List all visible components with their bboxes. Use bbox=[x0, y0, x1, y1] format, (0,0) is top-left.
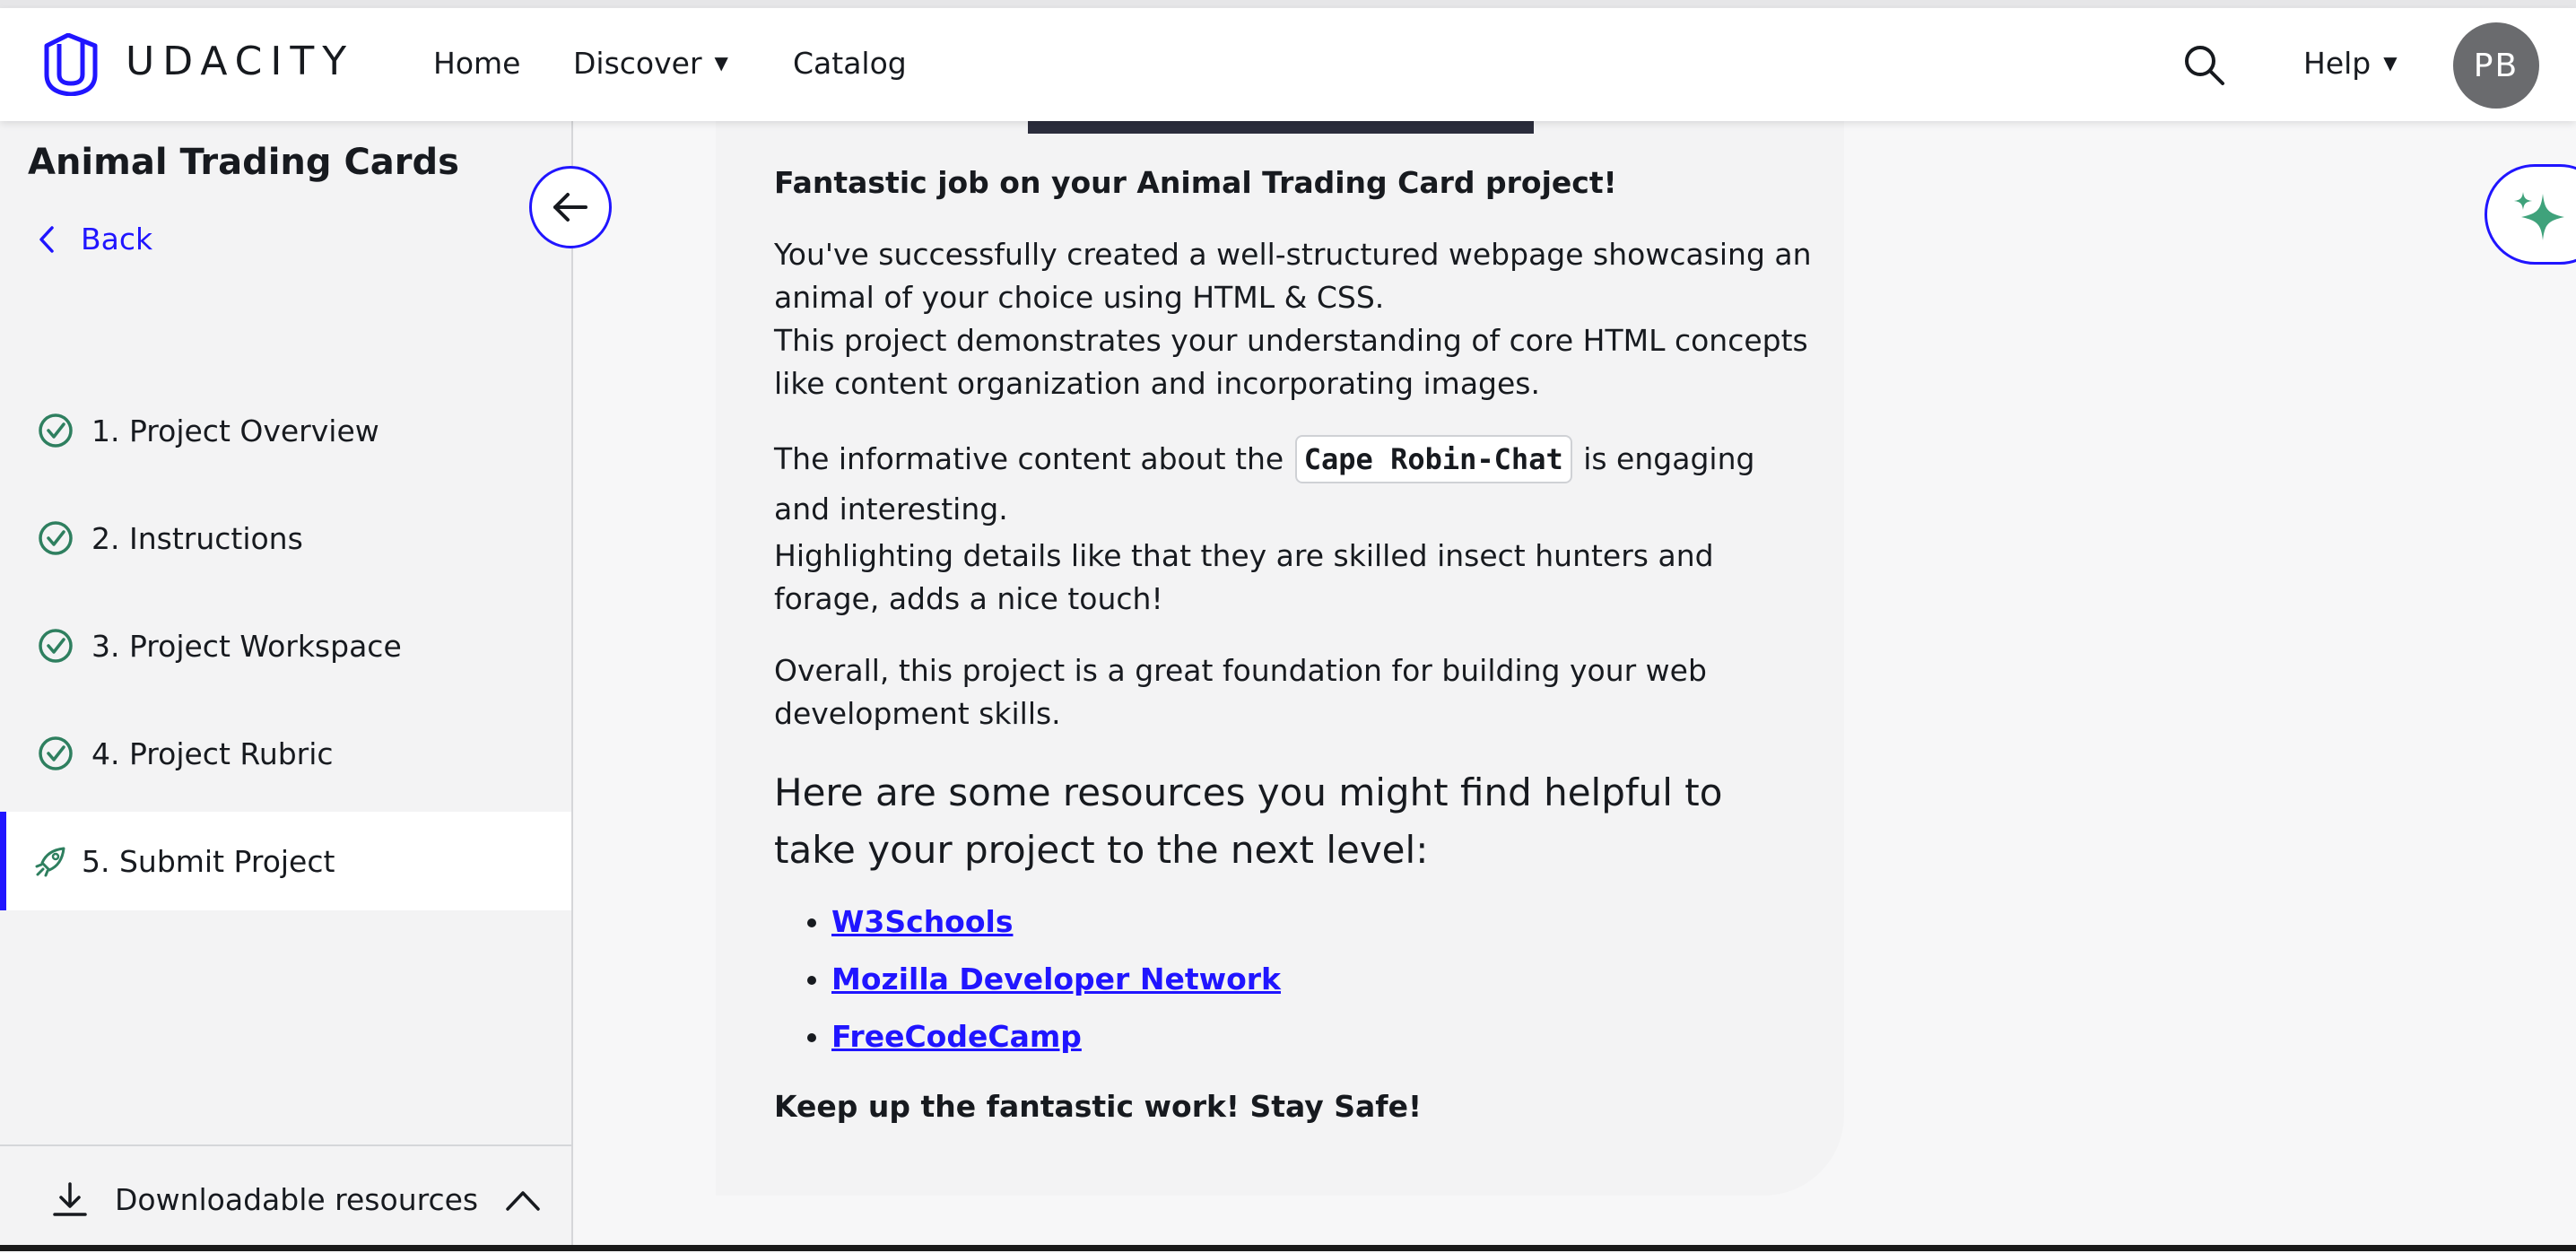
ai-assistant-button[interactable] bbox=[2485, 164, 2576, 265]
window-bottom-edge bbox=[0, 1245, 2576, 1251]
sidebar-step-label: 4. Project Rubric bbox=[91, 735, 334, 771]
caret-down-icon: ▼ bbox=[2383, 52, 2398, 74]
course-title: Animal Trading Cards bbox=[28, 142, 459, 183]
udacity-logo-icon[interactable] bbox=[39, 33, 102, 96]
window-top-edge bbox=[0, 0, 2576, 8]
sparkle-icon bbox=[2514, 192, 2564, 240]
chevron-left-icon bbox=[39, 225, 54, 253]
feedback-text: The informative content about the bbox=[774, 441, 1293, 476]
rocket-icon bbox=[35, 847, 65, 877]
closing-text: Keep up the fantastic work! Stay Safe! bbox=[774, 1089, 1423, 1124]
back-link[interactable]: Back bbox=[38, 222, 152, 257]
sidebar-step-label: 5. Submit Project bbox=[82, 843, 335, 879]
help-menu[interactable]: Help ▼ bbox=[2303, 46, 2398, 81]
sidebar-step-label: 2. Instructions bbox=[91, 520, 303, 556]
feedback-paragraph-2: The informative content about the Cape R… bbox=[774, 434, 1815, 535]
check-circle-icon bbox=[39, 736, 73, 770]
list-item: FreeCodeCamp bbox=[831, 1015, 1815, 1058]
link-freecodecamp[interactable]: FreeCodeCamp bbox=[831, 1019, 1082, 1054]
feedback-line: This project demonstrates your understan… bbox=[774, 323, 1808, 401]
sidebar-step-instructions[interactable]: 2. Instructions bbox=[0, 489, 571, 587]
lesson-sidebar: Animal Trading Cards Back 1. Project Ove… bbox=[0, 121, 573, 1251]
downloadable-resources-toggle[interactable]: Downloadable resources bbox=[0, 1144, 571, 1253]
brand-wordmark[interactable]: UDACITY bbox=[126, 39, 354, 84]
sidebar-step-label: 3. Project Workspace bbox=[91, 628, 402, 664]
back-label: Back bbox=[81, 222, 153, 257]
inline-code: Cape Robin-Chat bbox=[1294, 435, 1572, 483]
list-item: Mozilla Developer Network bbox=[831, 958, 1815, 1001]
feedback-line: Highlighting details like that they are … bbox=[774, 538, 1714, 616]
resources-list: W3Schools Mozilla Developer Network Free… bbox=[774, 901, 1815, 1058]
feedback-paragraph-1: You've successfully created a well-struc… bbox=[774, 233, 1815, 405]
sidebar-step-project-workspace[interactable]: 3. Project Workspace bbox=[0, 596, 571, 695]
sidebar-step-submit-project[interactable]: 5. Submit Project bbox=[0, 812, 571, 910]
link-mozilla-developer-network[interactable]: Mozilla Developer Network bbox=[831, 962, 1281, 996]
download-icon bbox=[53, 1181, 87, 1216]
feedback-heading: Fantastic job on your Animal Trading Car… bbox=[774, 165, 1617, 200]
nav-discover-label: Discover bbox=[573, 46, 702, 81]
feedback-paragraph-3: Overall, this project is a great foundat… bbox=[774, 653, 1707, 731]
arrow-left-icon bbox=[553, 193, 587, 222]
check-circle-icon bbox=[39, 521, 73, 555]
collapse-sidebar-button[interactable] bbox=[529, 166, 612, 248]
feedback-line: You've successfully created a well-struc… bbox=[774, 237, 1812, 315]
sidebar-step-project-overview[interactable]: 1. Project Overview bbox=[0, 381, 571, 480]
review-feedback-content: Fantastic job on your Animal Trading Car… bbox=[774, 161, 1815, 1157]
check-circle-icon bbox=[39, 629, 73, 663]
chevron-up-icon bbox=[506, 1190, 540, 1211]
top-navigation-bar: UDACITY Home Discover ▼ Catalog Help ▼ PB bbox=[0, 8, 2576, 121]
card-top-bar bbox=[1028, 121, 1534, 134]
nav-catalog[interactable]: Catalog bbox=[793, 46, 907, 81]
sidebar-step-project-rubric[interactable]: 4. Project Rubric bbox=[0, 704, 571, 803]
feedback-paragraph-2b: Highlighting details like that they are … bbox=[774, 535, 1815, 621]
list-item: W3Schools bbox=[831, 901, 1815, 944]
check-circle-icon bbox=[39, 413, 73, 448]
search-icon[interactable] bbox=[2181, 42, 2226, 87]
nav-home[interactable]: Home bbox=[433, 46, 520, 81]
help-label: Help bbox=[2303, 46, 2371, 81]
nav-discover[interactable]: Discover ▼ bbox=[573, 46, 728, 81]
caret-down-icon: ▼ bbox=[714, 52, 728, 74]
link-w3schools[interactable]: W3Schools bbox=[831, 904, 1013, 939]
downloadable-resources-label: Downloadable resources bbox=[115, 1182, 479, 1217]
sidebar-step-label: 1. Project Overview bbox=[91, 413, 379, 448]
resources-heading: Here are some resources you might find h… bbox=[774, 770, 1723, 872]
user-avatar[interactable]: PB bbox=[2453, 22, 2539, 109]
